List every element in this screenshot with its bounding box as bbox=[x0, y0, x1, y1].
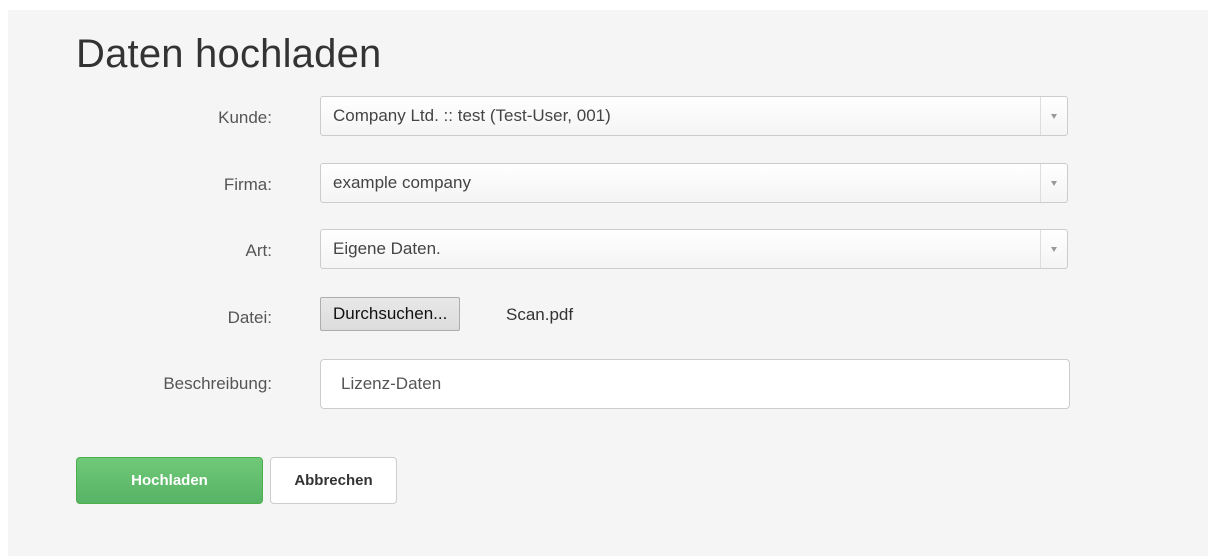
customer-row: Kunde: Company Ltd. :: test (Test-User, … bbox=[0, 96, 1208, 140]
description-label: Beschreibung: bbox=[163, 374, 272, 393]
customer-select[interactable]: Company Ltd. :: test (Test-User, 001) bbox=[320, 96, 1068, 136]
type-row: Art: Eigene Daten. bbox=[0, 229, 1208, 273]
file-row: Datei: Durchsuchen... Scan.pdf bbox=[0, 296, 1208, 340]
upload-button[interactable]: Hochladen bbox=[76, 457, 263, 504]
browse-file-button[interactable]: Durchsuchen... bbox=[320, 297, 461, 331]
page-title: Daten hochladen bbox=[76, 32, 382, 76]
company-select-value: example company bbox=[333, 173, 471, 192]
company-row: Firma: example company bbox=[0, 163, 1208, 207]
type-label: Art: bbox=[245, 241, 272, 260]
company-select[interactable]: example company bbox=[320, 163, 1068, 203]
cancel-button[interactable]: Abbrechen bbox=[270, 457, 397, 504]
chevron-down-icon bbox=[1040, 230, 1067, 268]
file-label: Datei: bbox=[227, 308, 272, 327]
chevron-down-icon bbox=[1040, 97, 1067, 135]
description-row: Beschreibung: bbox=[0, 359, 1208, 409]
type-select-value: Eigene Daten. bbox=[333, 239, 441, 258]
type-select[interactable]: Eigene Daten. bbox=[320, 229, 1068, 269]
description-input[interactable] bbox=[320, 359, 1070, 409]
company-label: Firma: bbox=[223, 175, 272, 194]
selected-filename: Scan.pdf bbox=[506, 305, 574, 324]
chevron-down-icon bbox=[1040, 164, 1067, 202]
customer-label: Kunde: bbox=[218, 108, 272, 127]
customer-select-value: Company Ltd. :: test (Test-User, 001) bbox=[333, 106, 611, 125]
